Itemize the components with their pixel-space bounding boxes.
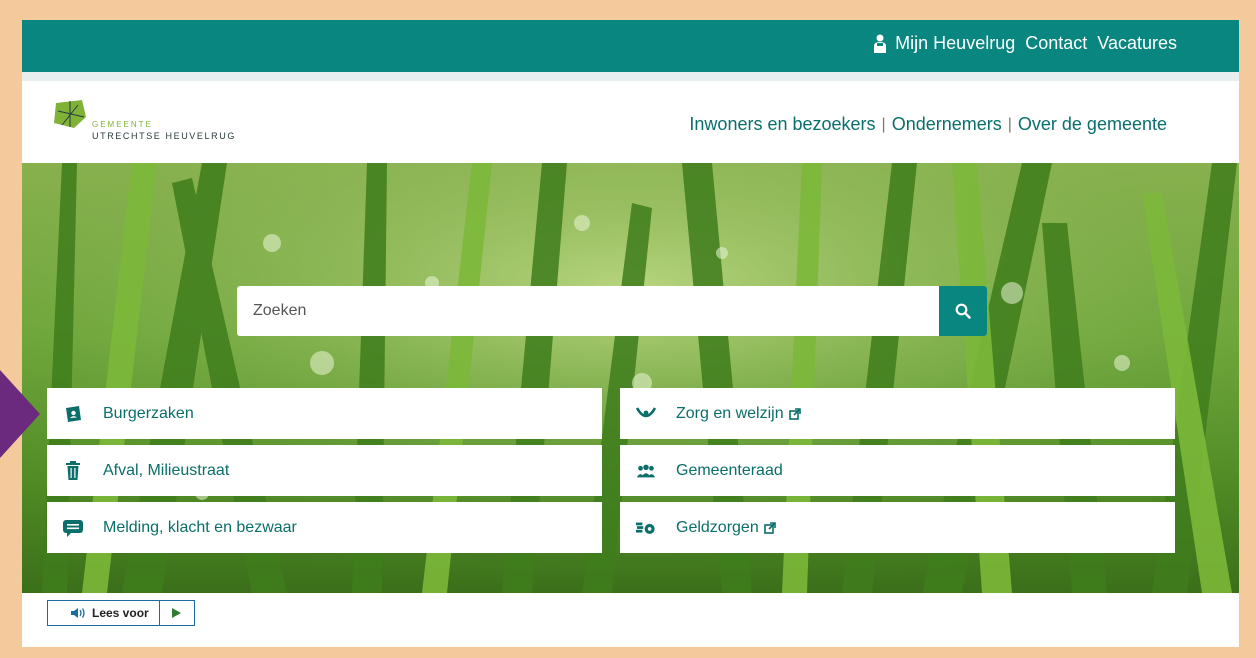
tile-melding[interactable]: Melding, klacht en bezwaar [47, 502, 602, 553]
mijn-heuvelrug-link[interactable]: Mijn Heuvelrug [873, 33, 1015, 54]
read-aloud-button[interactable]: Lees voor [48, 601, 160, 625]
person-icon [874, 34, 887, 53]
read-aloud-toolbar: Lees voor [47, 600, 195, 626]
nav-separator: | [1007, 115, 1012, 133]
mijn-heuvelrug-label: Mijn Heuvelrug [895, 33, 1016, 53]
tile-zorg-en-welzijn[interactable]: Zorg en welzijn [620, 388, 1175, 439]
tile-label: Geldzorgen [676, 518, 759, 536]
purple-pointer-arrow [0, 370, 40, 458]
money-icon [636, 518, 656, 538]
id-card-icon [63, 404, 83, 424]
hero-banner: Burgerzaken Afval, Milieustraat Melding,… [22, 163, 1239, 593]
top-utility-bar: Mijn Heuvelrug Contact Vacatures [22, 20, 1239, 81]
tile-burgerzaken[interactable]: Burgerzaken [47, 388, 602, 439]
people-icon [636, 461, 656, 481]
tile-afval[interactable]: Afval, Milieustraat [47, 445, 602, 496]
search-icon [955, 303, 971, 319]
nav-over-de-gemeente[interactable]: Over de gemeente [1018, 114, 1167, 135]
tile-label: Afval, Milieustraat [103, 461, 230, 479]
external-link-icon [763, 521, 776, 534]
search-bar [237, 286, 987, 336]
external-link-icon [788, 407, 801, 420]
vacatures-link[interactable]: Vacatures [1097, 33, 1177, 54]
utility-nav: Mijn Heuvelrug Contact Vacatures [873, 33, 1177, 54]
speaker-icon [71, 608, 85, 618]
search-button[interactable] [939, 286, 987, 336]
municipality-logo[interactable]: GEMEENTE UTRECHTSE HEUVELRUG [52, 99, 236, 141]
tile-label: Burgerzaken [103, 404, 194, 422]
logo-small-text: GEMEENTE [92, 120, 153, 129]
chat-icon [63, 518, 83, 538]
nav-separator: | [881, 115, 886, 133]
tile-label: Melding, klacht en bezwaar [103, 518, 297, 536]
tile-gemeenteraad[interactable]: Gemeenteraad [620, 445, 1175, 496]
contact-link[interactable]: Contact [1025, 33, 1087, 54]
page-frame: Mijn Heuvelrug Contact Vacatures GEMEENT… [22, 20, 1239, 647]
nav-ondernemers[interactable]: Ondernemers [892, 114, 1002, 135]
site-header: GEMEENTE UTRECHTSE HEUVELRUG Inwoners en… [22, 81, 1239, 163]
tile-label: Gemeenteraad [676, 461, 783, 479]
logo-main-text: UTRECHTSE HEUVELRUG [92, 131, 236, 141]
play-button[interactable] [160, 601, 194, 625]
logo-leaf-icon [54, 100, 86, 128]
play-icon [172, 608, 182, 618]
main-navigation: Inwoners en bezoekers | Ondernemers | Ov… [689, 114, 1167, 135]
care-icon [636, 404, 656, 424]
nav-inwoners[interactable]: Inwoners en bezoekers [689, 114, 875, 135]
search-input[interactable] [237, 286, 939, 336]
tile-label: Zorg en welzijn [676, 404, 784, 422]
read-aloud-label: Lees voor [92, 606, 149, 620]
tile-geldzorgen[interactable]: Geldzorgen [620, 502, 1175, 553]
trash-icon [63, 460, 83, 481]
